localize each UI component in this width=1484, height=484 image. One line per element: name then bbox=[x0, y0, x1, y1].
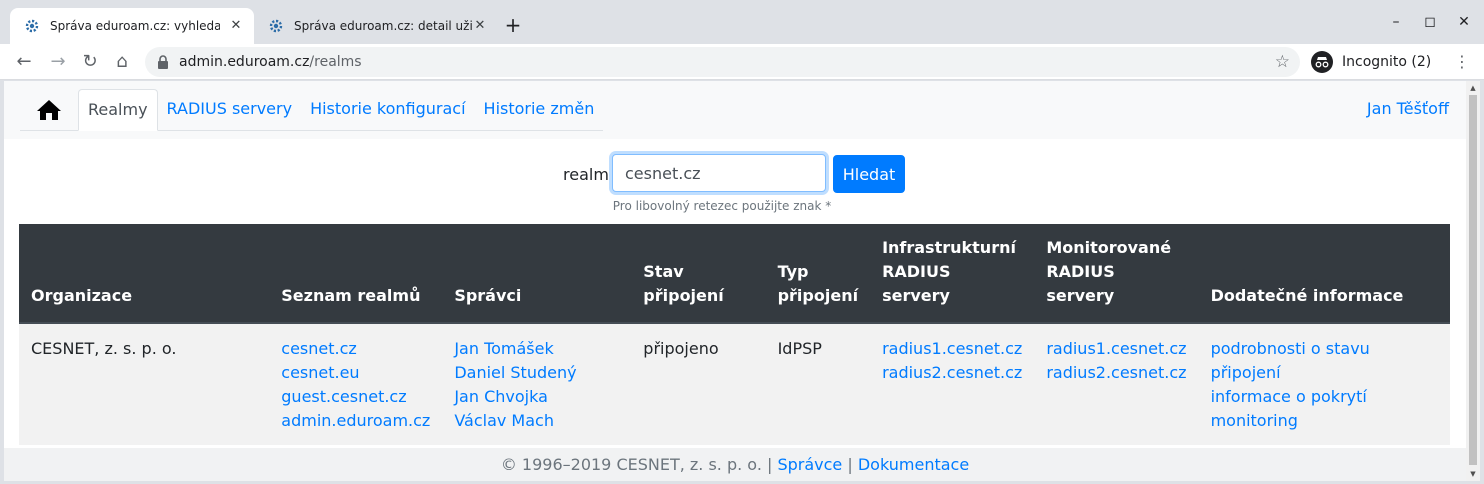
page-scrollbar[interactable]: ▲ ▼ bbox=[1466, 81, 1480, 481]
forward-icon[interactable]: → bbox=[46, 50, 70, 74]
search-form: realm Hledat bbox=[4, 154, 1466, 194]
server-link[interactable]: radius2.cesnet.cz bbox=[882, 361, 1022, 385]
lock-icon bbox=[158, 55, 168, 69]
tab-historie-konfiguraci[interactable]: Historie konfigurací bbox=[301, 89, 474, 131]
page-content: Realmy RADIUS servery Historie konfigura… bbox=[4, 81, 1466, 481]
infra-servers-cell: radius1.cesnet.cz radius2.cesnet.cz bbox=[870, 323, 1035, 445]
info-link[interactable]: informace o pokrytí bbox=[1211, 385, 1438, 409]
realm-search-input[interactable] bbox=[612, 154, 826, 192]
info-cell: podrobnosti o stavu připojení informace … bbox=[1198, 323, 1450, 445]
admin-link[interactable]: Jan Tomášek bbox=[454, 337, 619, 361]
admins-cell: Jan Tomášek Daniel Studený Jan Chvojka V… bbox=[442, 323, 632, 445]
type-cell: IdPSP bbox=[765, 323, 871, 445]
profile-label: Incognito (2) bbox=[1342, 54, 1432, 70]
tab-radius-servery[interactable]: RADIUS servery bbox=[158, 89, 302, 131]
info-link[interactable]: monitoring bbox=[1211, 409, 1438, 433]
browser-toolbar: ← → ↻ ⌂ admin.eduroam.cz/realms ☆ Incogn… bbox=[0, 44, 1484, 80]
incognito-icon bbox=[1311, 51, 1333, 73]
house-icon bbox=[37, 100, 61, 120]
realm-link[interactable]: guest.cesnet.cz bbox=[281, 385, 430, 409]
browser-tab-detail[interactable]: Správa eduroam.cz: detail uživ ✕ bbox=[254, 8, 498, 44]
table-header-row: Organizace Seznam realmů Správci Stav př… bbox=[19, 224, 1450, 324]
scrollbar-thumb[interactable] bbox=[1469, 95, 1477, 465]
info-link[interactable]: podrobnosti o stavu připojení bbox=[1211, 337, 1438, 385]
scroll-up-icon[interactable]: ▲ bbox=[1469, 84, 1477, 92]
address-host: admin.eduroam.cz bbox=[179, 54, 310, 70]
gear-icon bbox=[269, 19, 283, 33]
tab-realmy[interactable]: Realmy bbox=[78, 89, 158, 131]
column-header: Infrastrukturní RADIUS servery bbox=[870, 224, 1035, 324]
minimize-icon[interactable]: – bbox=[1386, 12, 1406, 32]
menu-kebab-icon[interactable]: ⋮ bbox=[1452, 50, 1472, 74]
realm-link[interactable]: cesnet.cz bbox=[281, 337, 430, 361]
organization-cell: CESNET, z. s. p. o. bbox=[19, 323, 270, 445]
tab-historie-zmen[interactable]: Historie změn bbox=[475, 89, 604, 131]
realms-table: Organizace Seznam realmů Správci Stav př… bbox=[19, 224, 1450, 445]
browser-tab-search[interactable]: Správa eduroam.cz: vyhledat ✕ bbox=[10, 8, 254, 44]
browser-tab-strip: Správa eduroam.cz: vyhledat ✕ Správa edu… bbox=[0, 0, 1484, 44]
home-icon[interactable]: ⌂ bbox=[110, 50, 134, 74]
scroll-down-icon[interactable]: ▼ bbox=[1469, 470, 1477, 478]
gear-icon bbox=[25, 19, 39, 33]
server-link[interactable]: radius1.cesnet.cz bbox=[1046, 337, 1186, 361]
close-icon[interactable]: ✕ bbox=[228, 18, 244, 34]
admin-link[interactable]: Václav Mach bbox=[454, 409, 619, 433]
table-row: CESNET, z. s. p. o. cesnet.cz cesnet.eu … bbox=[19, 323, 1450, 445]
search-label: realm bbox=[563, 165, 609, 184]
admin-link[interactable]: Jan Chvojka bbox=[454, 385, 619, 409]
browser-tab-title: Správa eduroam.cz: detail uživ bbox=[294, 19, 472, 33]
realms-cell: cesnet.cz cesnet.eu guest.cesnet.cz admi… bbox=[269, 323, 443, 445]
column-header: Správci bbox=[442, 224, 632, 324]
reload-icon[interactable]: ↻ bbox=[78, 50, 102, 74]
realm-link[interactable]: cesnet.eu bbox=[281, 361, 430, 385]
monitored-servers-cell: radius1.cesnet.cz radius2.cesnet.cz bbox=[1034, 323, 1199, 445]
footer-separator: | bbox=[847, 455, 853, 474]
close-window-icon[interactable]: ✕ bbox=[1454, 12, 1474, 32]
column-header: Seznam realmů bbox=[269, 224, 443, 324]
server-link[interactable]: radius2.cesnet.cz bbox=[1046, 361, 1186, 385]
admin-link[interactable]: Daniel Studený bbox=[454, 361, 619, 385]
incognito-profile-button[interactable]: Incognito (2) bbox=[1308, 48, 1438, 76]
column-header: Dodatečné informace bbox=[1198, 224, 1450, 324]
server-link[interactable]: radius1.cesnet.cz bbox=[882, 337, 1022, 361]
back-icon[interactable]: ← bbox=[12, 50, 36, 74]
column-header: Stav připojení bbox=[631, 224, 766, 324]
footer-admins-link[interactable]: Správce bbox=[777, 455, 842, 474]
new-tab-button[interactable]: + bbox=[503, 14, 523, 38]
address-bar[interactable]: admin.eduroam.cz/realms ☆ bbox=[145, 47, 1300, 77]
search-button[interactable]: Hledat bbox=[833, 155, 905, 193]
footer-copyright: © 1996–2019 CESNET, z. s. p. o. | bbox=[500, 455, 773, 474]
search-hint: Pro libovolný retezec použijte znak * bbox=[612, 199, 832, 213]
browser-tab-title: Správa eduroam.cz: vyhledat bbox=[50, 19, 220, 33]
nav-tabs: Realmy RADIUS servery Historie konfigura… bbox=[20, 89, 604, 131]
realm-link[interactable]: admin.eduroam.cz bbox=[281, 409, 430, 433]
top-navbar: Realmy RADIUS servery Historie konfigura… bbox=[4, 81, 1466, 139]
bookmark-star-icon[interactable]: ☆ bbox=[1275, 52, 1290, 72]
close-icon[interactable]: ✕ bbox=[472, 18, 488, 34]
address-path: /realms bbox=[309, 54, 362, 70]
column-header: Organizace bbox=[19, 224, 270, 324]
user-menu-link[interactable]: Jan Těšťoff bbox=[1367, 99, 1449, 118]
status-cell: připojeno bbox=[631, 323, 766, 445]
page-footer: © 1996–2019 CESNET, z. s. p. o. | Správc… bbox=[4, 448, 1466, 481]
column-header: Typ připojení bbox=[765, 224, 871, 324]
column-header: Monitorované RADIUS servery bbox=[1034, 224, 1199, 324]
maximize-icon[interactable]: ◻ bbox=[1420, 12, 1440, 32]
footer-docs-link[interactable]: Dokumentace bbox=[858, 455, 969, 474]
nav-home[interactable] bbox=[20, 89, 78, 131]
